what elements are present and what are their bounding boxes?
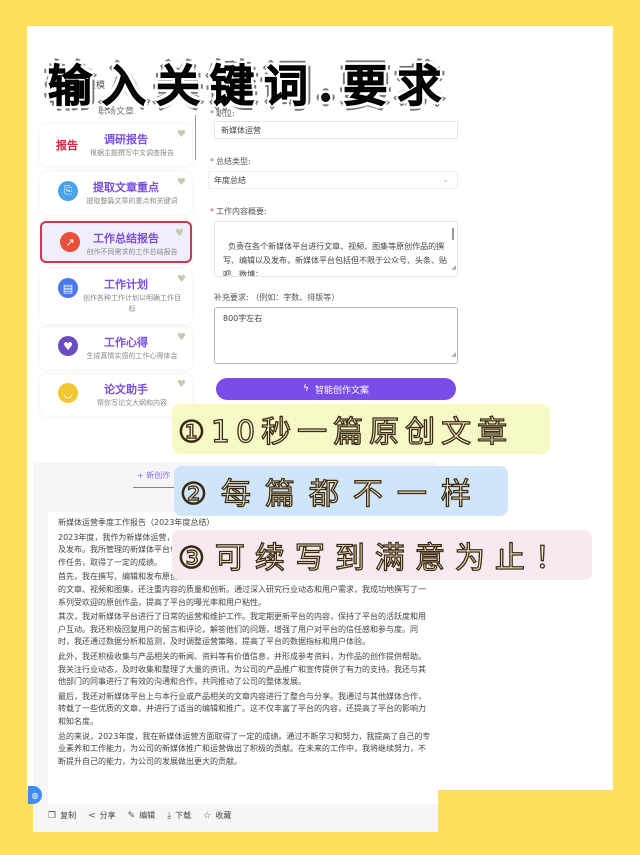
article-title: 新媒体运营季度工作报告（2023年度总结）: [58, 518, 215, 527]
smart-create-button[interactable]: ϟ 智能创作文案: [216, 378, 456, 400]
summary-type-select[interactable]: 年度总结 ⌄: [208, 171, 458, 189]
tool-desc: 生成真情实感的工作心得体会: [86, 352, 178, 360]
heart-icon[interactable]: ♥: [177, 129, 186, 140]
tool-desc: 创作各种工作计划以明确工作目标: [83, 294, 181, 313]
headline-overlay: 输入关键词.要求: [47, 61, 452, 113]
tool-card-research-report[interactable]: 报告 调研报告 根据主题撰写中文调查报告 ♥: [40, 124, 192, 166]
tool-card-extract-keypoints[interactable]: ⎘ 提取文章重点 提取整篇文章的重点和关键词 ♥: [40, 172, 192, 214]
edit-button[interactable]: ✎ 编辑: [128, 810, 156, 821]
lightning-icon: ϟ: [303, 384, 309, 394]
favorite-button[interactable]: ☆ 收藏: [203, 810, 231, 821]
textarea-scrollbar[interactable]: [452, 228, 454, 240]
tool-desc: 提取整篇文章的重点和关键词: [86, 197, 178, 205]
share-icon: <: [88, 810, 96, 821]
position-input[interactable]: 新媒体运营: [214, 121, 458, 139]
download-button[interactable]: ⤓ 下载: [167, 810, 191, 821]
share-button[interactable]: < 分享: [88, 810, 116, 821]
extra-requirements-textarea[interactable]: 800字左右 ◢: [214, 307, 458, 364]
heart-icon[interactable]: ♥: [177, 274, 186, 285]
tool-card-work-summary[interactable]: ↗ 工作总结报告 创作不同需求的工作总结报告 ♥: [40, 221, 192, 263]
chevron-down-icon: ⌄: [442, 175, 449, 184]
feature-banner-2: ②每篇都不一样: [174, 466, 508, 516]
resize-handle-icon[interactable]: ◢: [451, 348, 456, 362]
tool-title: 工作总结报告: [93, 232, 159, 245]
article-paragraph: 其次，我对新媒体平台进行了日常的运营和维护工作。我定期更新平台的内容，保持了平台…: [58, 612, 426, 647]
article-paragraph: 最后，我还对新媒体平台上与本行业或产品相关的文章内容进行了整合与分享。我通过与其…: [58, 691, 426, 726]
tool-card-thesis-assistant[interactable]: ◡ 论文助手 帮你写论文大纲和内容 ♥: [40, 374, 192, 416]
article-paragraph: 此外，我还积极收集与产品相关的新闻、资料等有价值信息，并形成参考资料，为作品的创…: [58, 651, 426, 687]
heart-icon[interactable]: ♥: [177, 379, 186, 390]
resize-handle-icon[interactable]: ◢: [451, 261, 456, 275]
tool-title: 论文助手: [104, 383, 148, 396]
result-action-bar: ❐ 复制 < 分享 ✎ 编辑 ⤓ 下载 ☆ 收藏: [48, 810, 231, 821]
tool-title: 提取文章重点: [93, 181, 159, 194]
tool-desc: 创作不同需求的工作总结报告: [86, 248, 178, 256]
tool-title: 工作心得: [104, 336, 148, 349]
tool-title: 工作计划: [104, 278, 148, 291]
copy-icon: ❐: [48, 810, 57, 821]
tool-desc: 帮你写论文大纲和内容: [97, 399, 167, 407]
copy-button[interactable]: ❐ 复制: [48, 810, 76, 821]
download-icon: ⤓: [167, 810, 172, 821]
feature-banner-3: ③可续写到满意为止！: [172, 530, 592, 580]
work-content-label: * 工作内容概要:: [210, 207, 267, 216]
feature-banner-1: ①10秒一篇原创文章: [172, 404, 550, 454]
heart-icon[interactable]: ♥: [177, 332, 186, 343]
tool-title: 调研报告: [104, 133, 148, 146]
heart-icon[interactable]: ♥: [175, 228, 184, 239]
work-content-textarea[interactable]: 负责在各个新媒体平台进行文章、视频、图集等原创作品的撰写、编辑以及发布，新媒体平…: [214, 221, 458, 277]
edit-icon: ✎: [127, 810, 136, 821]
tool-card-work-insights[interactable]: ♥ 工作心得 生成真情实感的工作心得体会 ♥: [40, 327, 192, 369]
tool-desc: 根据主题撰写中文调查报告: [90, 149, 174, 157]
article-paragraph: 总的来说，2023年度，我在新媒体运营方面取得了一定的成绩。通过不断学习和努力，…: [58, 731, 431, 766]
extra-requirements-label: 补充要求: （例如：字数、排版等）: [214, 293, 340, 302]
tool-card-work-plan[interactable]: ▤ 工作计划 创作各种工作计划以明确工作目标 ♥: [40, 269, 192, 324]
summary-type-label: * 总结类型:: [210, 157, 251, 166]
star-icon: ☆: [203, 810, 212, 821]
sidebar-scrollbar[interactable]: [195, 115, 196, 160]
heart-icon[interactable]: ♥: [177, 177, 186, 188]
